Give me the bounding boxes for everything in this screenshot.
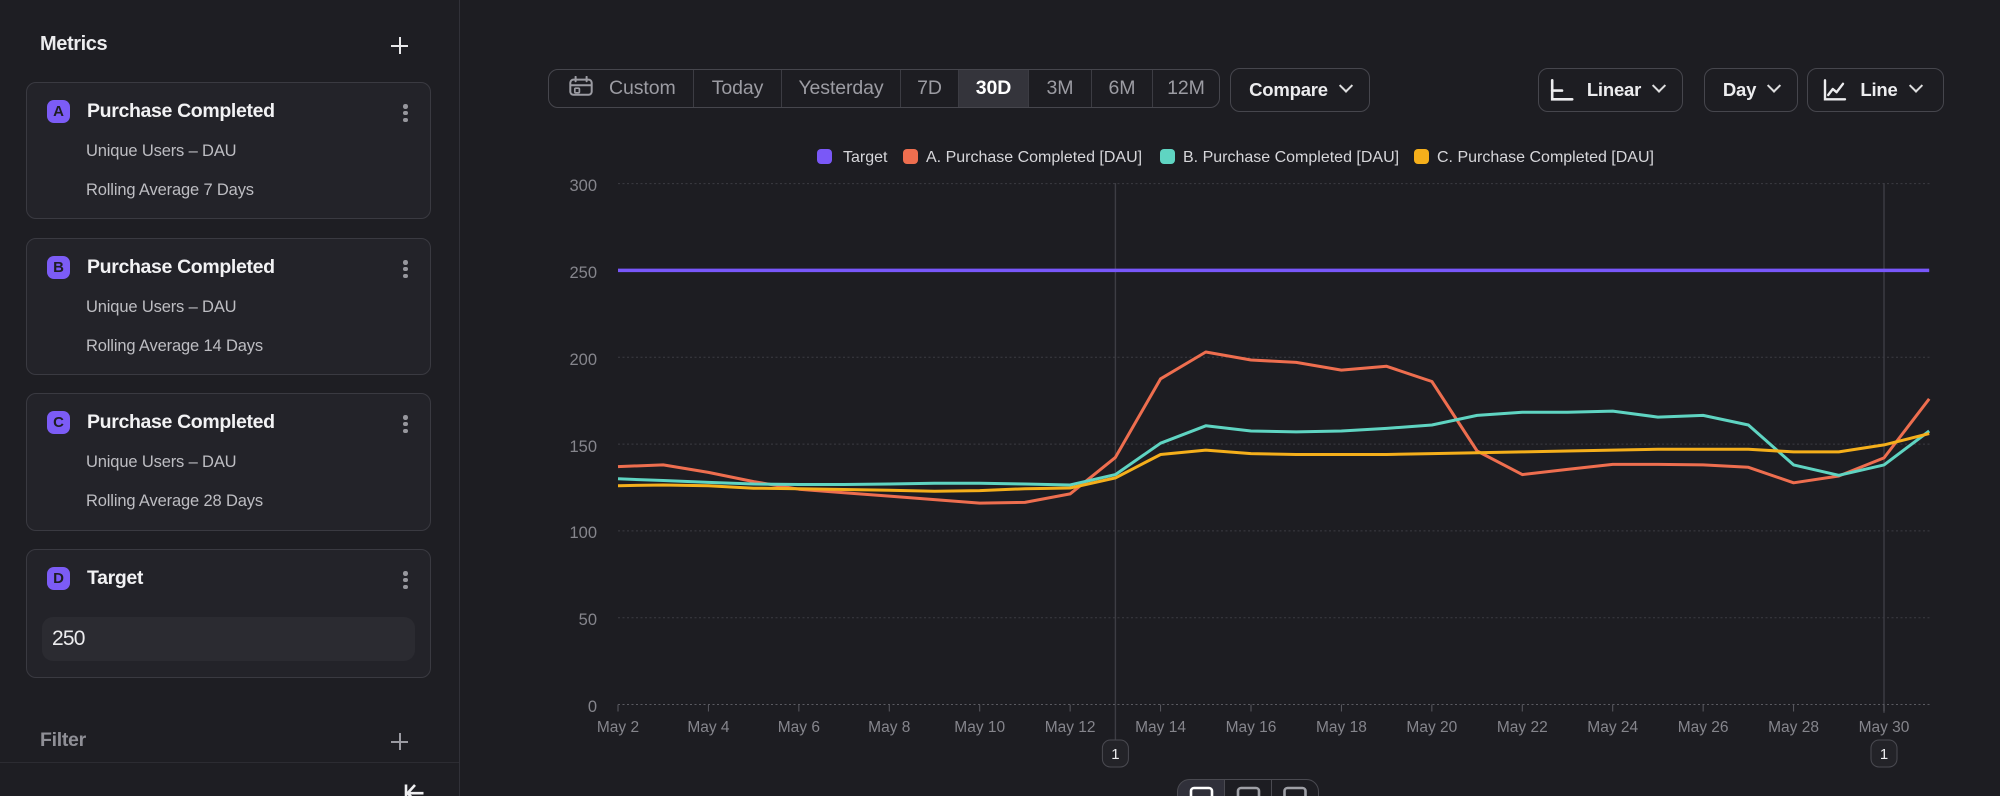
svg-text:May 4: May 4 — [687, 719, 730, 736]
svg-text:1: 1 — [1880, 746, 1888, 763]
svg-text:C. Purchase Completed [DAU]: C. Purchase Completed [DAU] — [1437, 149, 1654, 166]
svg-text:A. Purchase Completed [DAU]: A. Purchase Completed [DAU] — [926, 149, 1142, 166]
svg-text:May 8: May 8 — [868, 719, 910, 736]
svg-text:150: 150 — [569, 438, 597, 456]
svg-text:250: 250 — [569, 264, 597, 282]
svg-text:May 14: May 14 — [1135, 719, 1186, 736]
svg-text:May 10: May 10 — [954, 719, 1005, 736]
svg-text:May 26: May 26 — [1678, 719, 1729, 736]
svg-text:May 12: May 12 — [1045, 719, 1096, 736]
svg-text:May 6: May 6 — [778, 719, 820, 736]
svg-text:200: 200 — [569, 351, 597, 369]
svg-text:May 28: May 28 — [1768, 719, 1819, 736]
svg-text:300: 300 — [569, 177, 597, 195]
svg-text:May 30: May 30 — [1859, 719, 1910, 736]
svg-text:Target: Target — [843, 149, 888, 166]
svg-text:0: 0 — [588, 698, 597, 716]
svg-text:1: 1 — [1111, 746, 1119, 763]
svg-text:May 22: May 22 — [1497, 719, 1548, 736]
svg-text:May 20: May 20 — [1406, 719, 1457, 736]
svg-text:B. Purchase Completed [DAU]: B. Purchase Completed [DAU] — [1183, 149, 1399, 166]
svg-text:May 24: May 24 — [1587, 719, 1638, 736]
svg-text:May 18: May 18 — [1316, 719, 1367, 736]
svg-text:May 2: May 2 — [597, 719, 639, 736]
svg-text:50: 50 — [579, 611, 597, 629]
svg-text:May 16: May 16 — [1226, 719, 1277, 736]
svg-text:100: 100 — [569, 524, 597, 542]
